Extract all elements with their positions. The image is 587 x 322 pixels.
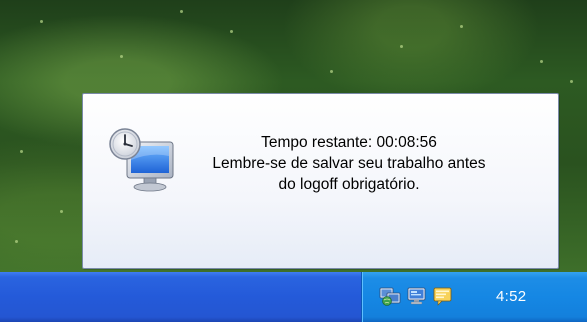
notification-message: Tempo restante: 00:08:56 Lembre-se de sa… — [179, 132, 519, 195]
network-icon[interactable] — [379, 285, 401, 307]
grass-speck — [540, 60, 543, 63]
grass-speck — [60, 210, 63, 213]
grass-speck — [120, 55, 123, 58]
grass-speck — [40, 20, 43, 23]
time-remaining-text: Tempo restante: 00:08:56 — [261, 134, 437, 151]
display-icon[interactable] — [406, 285, 428, 307]
notification-balloon[interactable]: Tempo restante: 00:08:56 Lembre-se de sa… — [82, 93, 559, 269]
clock-computer-icon — [109, 128, 174, 192]
grass-speck — [230, 30, 233, 33]
taskbar-clock[interactable]: 4:52 — [496, 288, 526, 305]
grass-speck — [400, 45, 403, 48]
grass-speck — [330, 70, 333, 73]
grass-speck — [15, 240, 18, 243]
grass-speck — [20, 150, 23, 153]
reminder-text-line1: Lembre-se de salvar seu trabalho antes — [212, 155, 486, 172]
grass-speck — [570, 80, 573, 83]
system-tray — [361, 272, 587, 322]
grass-speck — [180, 10, 183, 13]
messenger-icon[interactable] — [432, 285, 454, 307]
reminder-text-line2: do logoff obrigatório. — [278, 176, 420, 193]
grass-speck — [460, 25, 463, 28]
